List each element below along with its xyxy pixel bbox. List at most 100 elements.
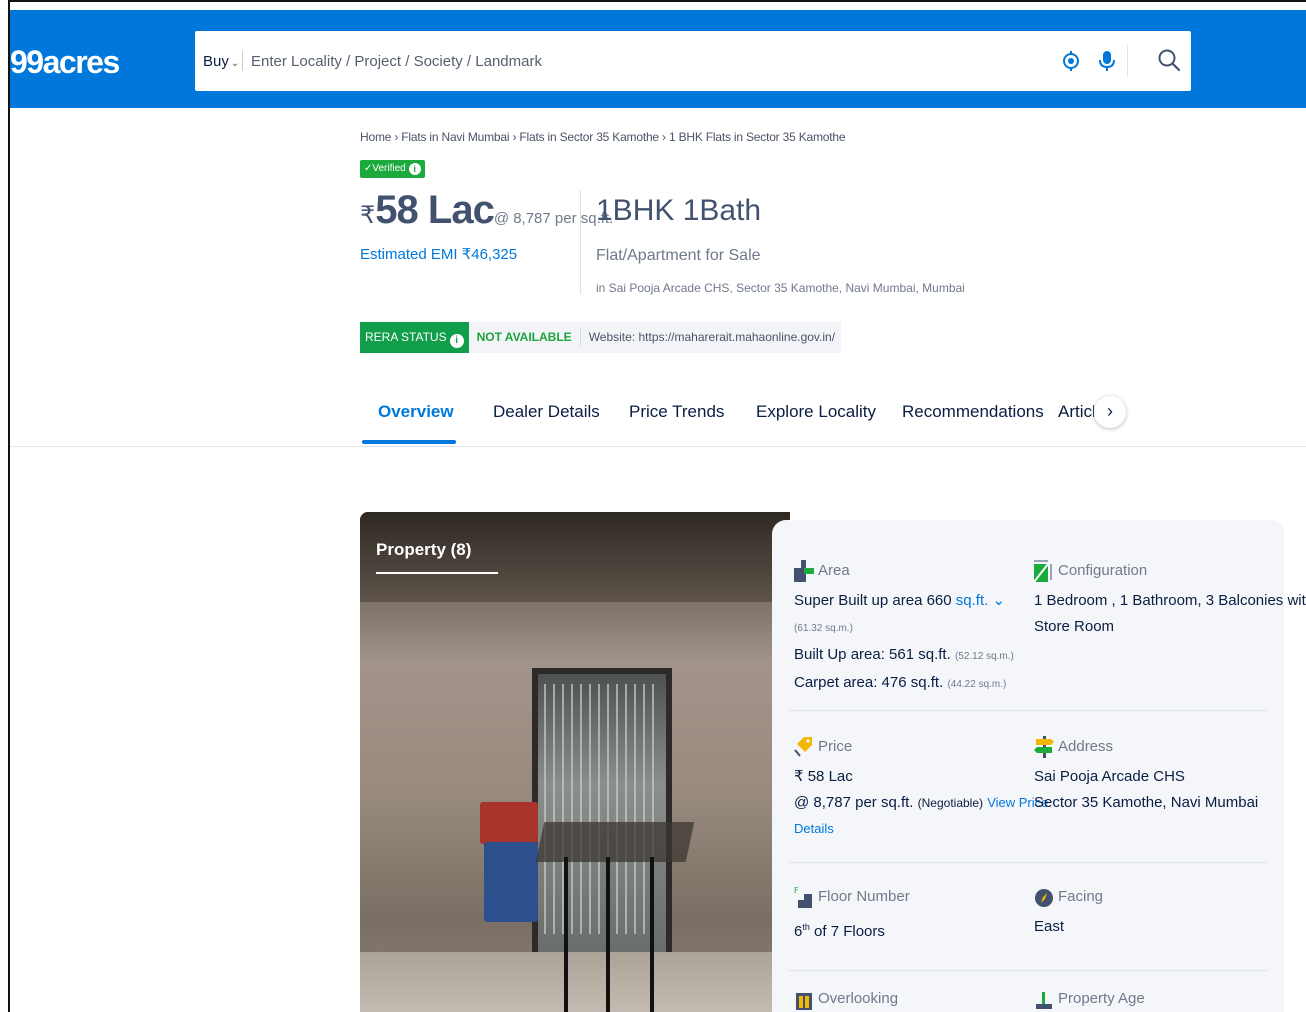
facing-value: East bbox=[1034, 918, 1065, 935]
microphone-icon[interactable] bbox=[1097, 50, 1117, 72]
divider bbox=[788, 710, 1268, 711]
buy-label: Buy bbox=[203, 53, 229, 70]
area-value: Super Built up area 660 sq.ft. ⌄ (61.32 … bbox=[794, 588, 1014, 698]
divider bbox=[580, 190, 581, 294]
floor-icon: F bbox=[794, 886, 812, 908]
price-label: Price bbox=[818, 738, 853, 755]
tab-price-trends[interactable]: Price Trends bbox=[629, 402, 724, 422]
built-up-area: Built Up area: 561 sq.ft. bbox=[794, 646, 951, 663]
location-icon[interactable] bbox=[1061, 51, 1081, 71]
verified-badge: ✓Verified i bbox=[360, 160, 425, 178]
compass-icon bbox=[1035, 889, 1053, 907]
photo-object bbox=[535, 822, 695, 862]
currency-symbol: ₹ bbox=[360, 202, 376, 229]
rera-label-text: RERA STATUS bbox=[365, 330, 447, 344]
negotiable-badge: (Negotiable) bbox=[917, 796, 984, 810]
buy-dropdown[interactable]: Buy ⌄ bbox=[203, 53, 239, 70]
property-age-icon bbox=[1036, 992, 1052, 1009]
area-label: Area bbox=[818, 562, 850, 579]
property-age-cell: Property Age bbox=[1034, 988, 1274, 1012]
configuration-cell: Configuration 1 Bedroom , 1 Bathroom, 3 … bbox=[1034, 560, 1306, 660]
area-icon bbox=[794, 560, 814, 582]
area-cell: Area Super Built up area 660 sq.ft. ⌄ (6… bbox=[794, 560, 1014, 691]
divider bbox=[10, 446, 1306, 447]
divider bbox=[1127, 45, 1128, 77]
address-label: Address bbox=[1058, 738, 1114, 755]
rera-website-text[interactable]: Website: https://maharerait.mahaonline.g… bbox=[579, 328, 842, 347]
photo-object bbox=[480, 802, 538, 844]
floor-number-label: Floor Number bbox=[818, 888, 910, 905]
rera-label: RERA STATUS i bbox=[360, 322, 469, 353]
price-heading: ₹58 Lac@ 8,787 per sq.ft. bbox=[360, 188, 613, 233]
photo-label-underline bbox=[376, 572, 498, 574]
price-cell: Price ₹ 58 Lac @ 8,787 per sq.ft. (Negot… bbox=[794, 736, 1048, 836]
signpost-icon bbox=[1034, 736, 1054, 758]
logo[interactable]: 99acres bbox=[10, 44, 120, 81]
divider bbox=[788, 862, 1268, 863]
info-icon[interactable]: i bbox=[408, 163, 421, 175]
tab-recommendations[interactable]: Recommendations bbox=[902, 402, 1044, 422]
rera-status: RERA STATUS i NOT AVAILABLE Website: http… bbox=[360, 322, 842, 353]
built-up-sqm: (52.12 sq.m.) bbox=[954, 651, 1014, 662]
floor-ordinal: th bbox=[802, 922, 810, 932]
breadcrumb[interactable]: Home › Flats in Navi Mumbai › Flats in S… bbox=[360, 130, 846, 144]
view-price-details-link[interactable]: Details bbox=[794, 821, 834, 836]
info-icon[interactable]: i bbox=[449, 334, 464, 348]
address-cell: Address Sai Pooja Arcade CHS Sector 35 K… bbox=[1034, 736, 1274, 816]
chevron-right-icon[interactable]: › bbox=[1094, 396, 1126, 428]
facing-cell: Facing East bbox=[1034, 886, 1274, 946]
rera-value: NOT AVAILABLE bbox=[468, 322, 580, 353]
area-unit: sq.ft. bbox=[955, 592, 989, 609]
super-built-up-sqm: (61.32 sq.m.) bbox=[794, 623, 853, 634]
estimated-emi-link[interactable]: Estimated EMI ₹46,325 bbox=[360, 245, 517, 263]
search-input[interactable] bbox=[251, 47, 1031, 75]
overlooking-label: Overlooking bbox=[818, 990, 899, 1007]
super-built-up-area: Super Built up area 660 bbox=[794, 592, 952, 609]
property-details-card: Area Super Built up area 660 sq.ft. ⌄ (6… bbox=[772, 520, 1306, 1012]
window-icon bbox=[796, 993, 812, 1010]
tab-dealer-details[interactable]: Dealer Details bbox=[493, 402, 600, 422]
search-bar: Buy ⌄ bbox=[195, 31, 1191, 91]
overlooking-cell: Overlooking bbox=[794, 988, 1024, 1012]
price-value: ₹ 58 Lac @ 8,787 per sq.ft. (Negotiable)… bbox=[794, 764, 1048, 842]
floor-number-cell: F Floor Number 6th of 7 Floors bbox=[794, 886, 1024, 946]
carpet-sqm: (44.22 sq.m.) bbox=[947, 679, 1007, 690]
price-amount: ₹ 58 Lac bbox=[794, 768, 853, 785]
chevron-down-icon: ⌄ bbox=[230, 58, 240, 69]
photo-floor bbox=[360, 952, 790, 1012]
property-type: Flat/Apartment for Sale bbox=[596, 247, 761, 264]
area-unit-dropdown[interactable]: sq.ft. ⌄ bbox=[956, 592, 1005, 609]
search-icon[interactable] bbox=[1157, 48, 1181, 72]
tab-articles[interactable]: Article bbox=[1058, 402, 1094, 422]
tab-explore-locality[interactable]: Explore Locality bbox=[756, 402, 876, 422]
price-tag-icon bbox=[794, 737, 812, 757]
address-line: Sai Pooja Arcade CHS bbox=[1034, 768, 1185, 785]
property-age-label: Property Age bbox=[1058, 990, 1145, 1007]
configuration-value: 1 Bedroom , 1 Bathroom, 3 Balconies with… bbox=[1034, 588, 1306, 640]
verified-label: ✓Verified bbox=[364, 163, 406, 174]
page-frame: 99acres Buy ⌄ Enter Locality / Project /… bbox=[8, 0, 1306, 1012]
svg-text:F: F bbox=[794, 886, 799, 895]
configuration-icon bbox=[1034, 560, 1052, 582]
divider bbox=[788, 970, 1268, 971]
total-floors: of 7 Floors bbox=[814, 923, 885, 940]
chevron-down-icon: ⌄ bbox=[992, 592, 1006, 609]
carpet-area: Carpet area: 476 sq.ft. bbox=[794, 674, 944, 691]
divider bbox=[242, 51, 243, 71]
listing-address: in Sai Pooja Arcade CHS, Sector 35 Kamot… bbox=[596, 281, 965, 295]
bhk-title: 1BHK 1Bath bbox=[596, 194, 762, 227]
photo-object bbox=[484, 842, 538, 922]
address-value: Sai Pooja Arcade CHS Sector 35 Kamothe, … bbox=[1034, 764, 1258, 816]
rera-website: Website: https://maharerait.mahaonline.g… bbox=[579, 322, 842, 353]
configuration-line: Store Room bbox=[1034, 618, 1115, 635]
configuration-line: 1 Bedroom , 1 Bathroom, 3 Balconies with bbox=[1034, 592, 1306, 609]
property-photo[interactable]: Property (8) bbox=[360, 512, 790, 1012]
floor-number-value: 6th of 7 Floors bbox=[794, 914, 885, 945]
price-per-sqft: @ 8,787 per sq.ft. bbox=[794, 794, 914, 811]
configuration-label: Configuration bbox=[1058, 562, 1148, 579]
facing-label: Facing bbox=[1058, 888, 1104, 905]
price-amount: 58 Lac bbox=[375, 188, 495, 232]
address-line: Sector 35 Kamothe, Navi Mumbai bbox=[1034, 794, 1259, 811]
tab-overview[interactable]: Overview bbox=[378, 402, 454, 422]
top-header: 99acres Buy ⌄ bbox=[10, 10, 1306, 108]
